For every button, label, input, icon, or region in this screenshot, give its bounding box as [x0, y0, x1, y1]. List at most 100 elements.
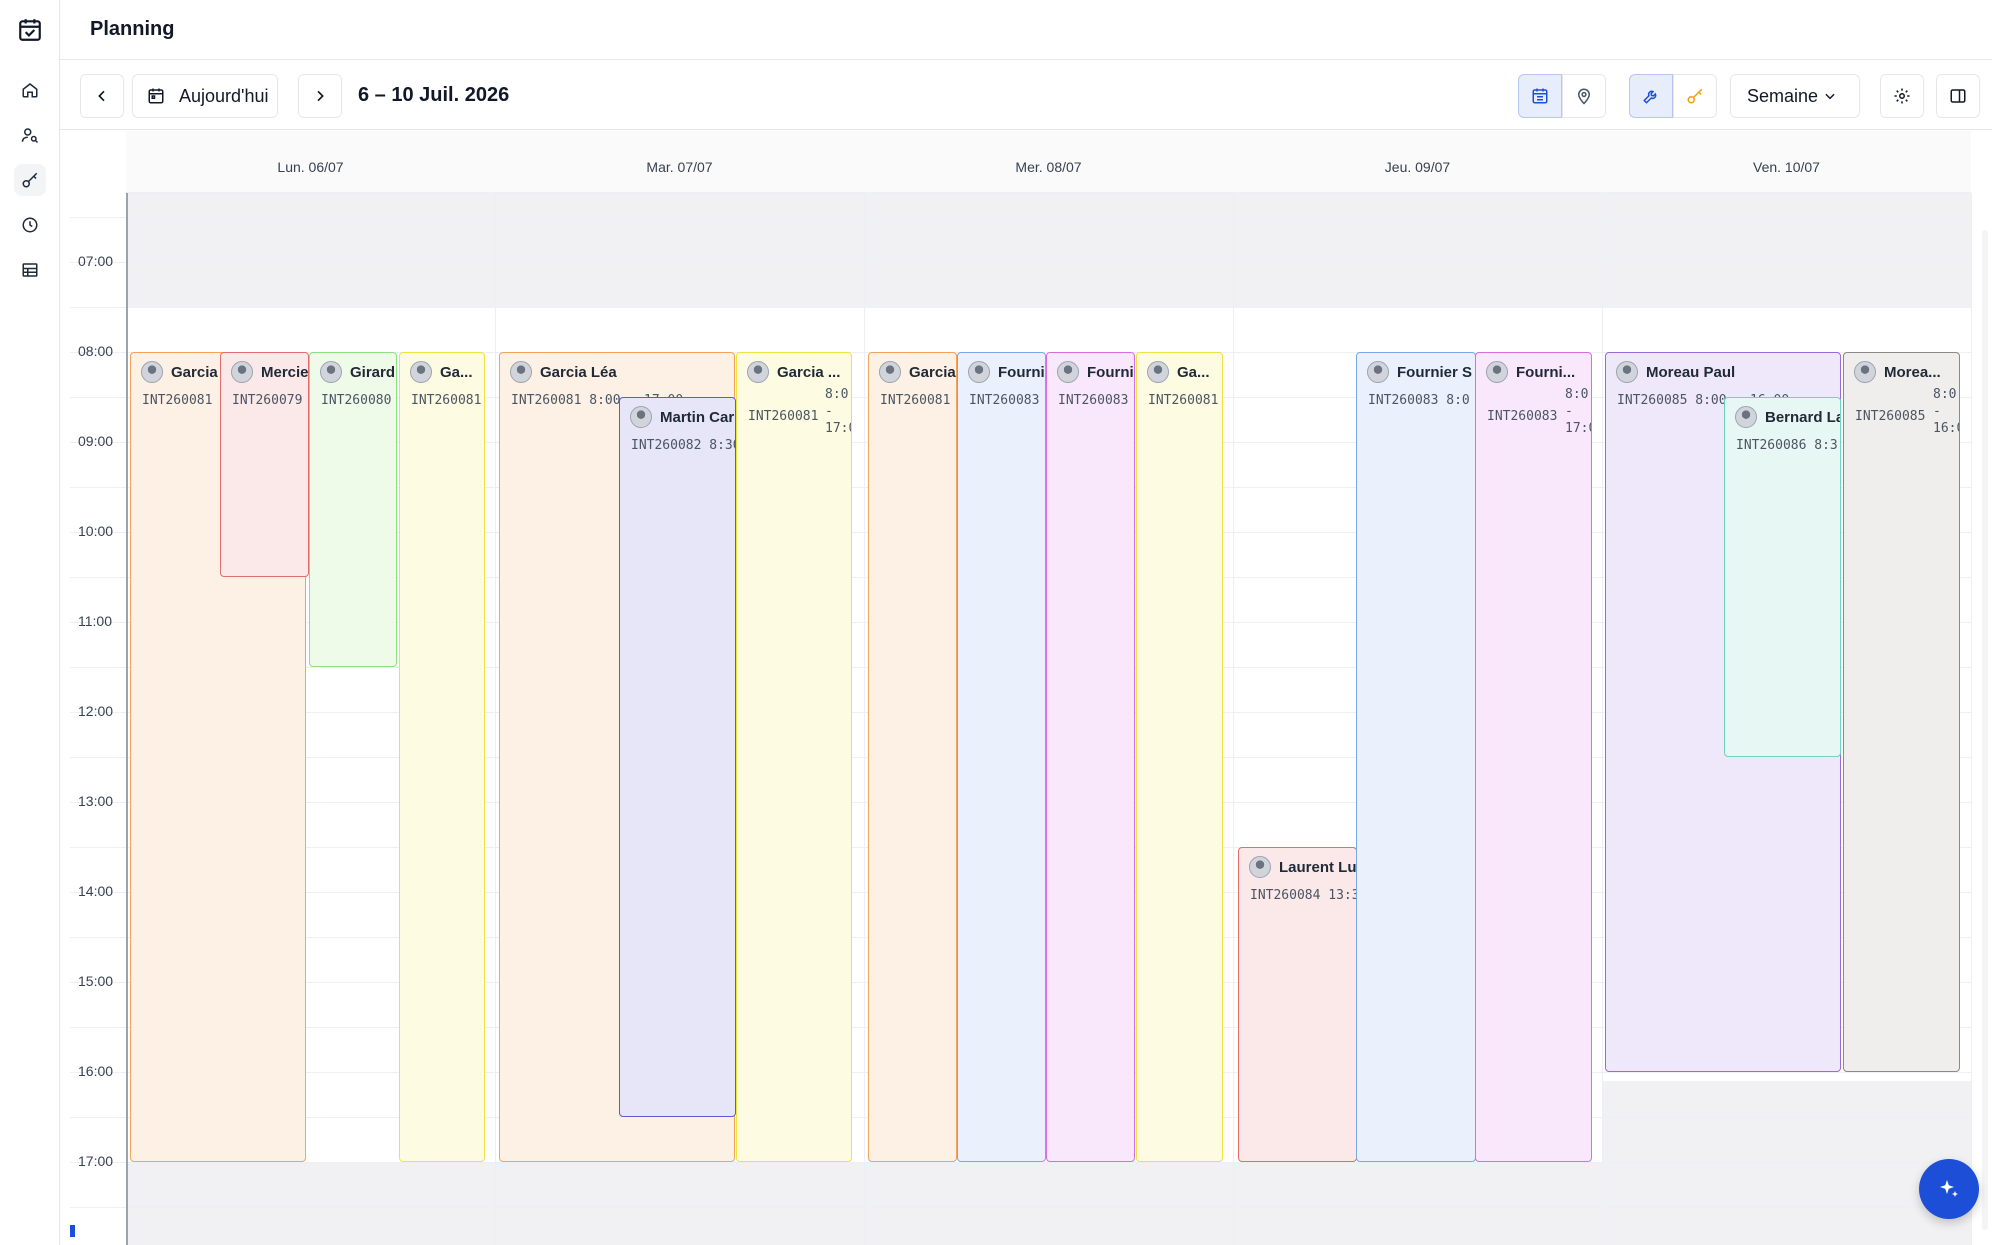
time-label: 10:00	[78, 523, 114, 539]
day-divider	[1971, 193, 1972, 1245]
event-technician-name: Garcia	[171, 363, 218, 381]
avatar	[1249, 856, 1271, 878]
time-label: 15:00	[78, 973, 114, 989]
event-technician: Garcia Léa	[510, 361, 617, 383]
event-technician: Fourni...	[1486, 361, 1575, 383]
event-technician: Fourni	[1057, 361, 1134, 383]
time-axis-border	[126, 193, 128, 1245]
today-button[interactable]: Aujourd'hui	[132, 74, 278, 118]
event-reference: INT260079	[232, 393, 303, 408]
page-title: Planning	[90, 18, 175, 40]
event-technician: Garcia	[141, 361, 218, 383]
time-label: 13:00	[78, 793, 114, 809]
event-card[interactable]: Girard INT260080	[309, 352, 397, 667]
event-reference: INT260083	[969, 393, 1040, 408]
event-card[interactable]: Fournier S INT260083 8:0	[1356, 352, 1476, 1162]
map-view-toggle[interactable]	[1562, 74, 1606, 118]
event-reference: INT260083	[1487, 409, 1558, 424]
event-card[interactable]: Ga... INT260081	[399, 352, 485, 1162]
avatar	[1854, 361, 1876, 383]
event-time-part: 8:0	[1565, 387, 1589, 402]
event-technician-name: Fourni...	[1516, 363, 1576, 381]
event-technician: Fourni	[968, 361, 1045, 383]
day-header-label[interactable]: Mer. 08/07	[864, 159, 1233, 175]
day-header-label[interactable]: Lun. 06/07	[126, 159, 495, 175]
toggle-panel-button[interactable]	[1936, 74, 1980, 118]
settings-button[interactable]	[1880, 74, 1924, 118]
day-header-label[interactable]: Jeu. 09/07	[1233, 159, 1602, 175]
day-header-label[interactable]: Mar. 07/07	[495, 159, 864, 175]
scroll-indicator	[70, 1225, 75, 1237]
event-card[interactable]: Garcia ... INT260081 8:0 - 17:0	[736, 352, 852, 1162]
event-technician-name: Garcia ...	[777, 363, 841, 381]
avatar	[1057, 361, 1079, 383]
event-technician-name: Fourni	[998, 363, 1045, 381]
calendar-grid-icon	[1532, 88, 1548, 104]
interventions-filter-toggle[interactable]	[1629, 74, 1673, 118]
event-reference: INT260081	[411, 393, 482, 408]
event-technician-name: Garcia Léa	[540, 363, 617, 381]
day-header-label[interactable]: Ven. 10/07	[1602, 159, 1971, 175]
event-time: 8:0 - 16:0	[1933, 386, 1959, 437]
event-reference: INT260084 13:3	[1250, 888, 1357, 903]
avatar	[410, 361, 432, 383]
event-technician-name: Girard	[350, 363, 396, 381]
time-label: 17:00	[78, 1153, 114, 1169]
event-card[interactable]: Fourni... INT260083 8:0 - 17:0	[1475, 352, 1592, 1162]
key-icon	[22, 172, 38, 188]
event-time: 8:0 - 17:0	[825, 386, 851, 437]
event-time: 8:0 - 17:0	[1565, 386, 1591, 437]
view-mode-select[interactable]: Semaine	[1730, 74, 1860, 118]
keys-filter-toggle[interactable]	[1673, 74, 1717, 118]
avatar	[141, 361, 163, 383]
event-time-part: 17:0	[1565, 421, 1591, 436]
event-time-part: 8:0	[825, 387, 849, 402]
time-gridline	[70, 217, 1971, 218]
event-card[interactable]: Bernard La INT260086 8:3	[1724, 397, 1841, 757]
previous-week-button[interactable]	[80, 74, 124, 118]
calendar-view-toggle[interactable]	[1518, 74, 1562, 118]
time-gridline	[70, 1207, 1971, 1208]
event-technician-name: Fournier S	[1397, 363, 1473, 381]
sidebar-item-clients[interactable]	[14, 119, 46, 151]
event-technician: Garcia ...	[747, 361, 840, 383]
chevron-right-icon	[317, 90, 324, 102]
avatar	[630, 406, 652, 428]
week-calendar-grid: Lun. 06/07 Mar. 07/07 Mer. 08/07 Jeu. 09/07…	[60, 131, 1992, 1245]
event-card[interactable]: Laurent Lu INT260084 13:3	[1238, 847, 1357, 1162]
event-card[interactable]: Fourni INT260083	[1046, 352, 1135, 1162]
time-label: 07:00	[78, 253, 114, 269]
event-technician-name: Ga...	[440, 363, 473, 381]
sidebar-item-reports[interactable]	[14, 254, 46, 286]
off-hours-shade	[1602, 1081, 1971, 1162]
event-time-part: 8:0	[1933, 387, 1957, 402]
event-technician-name: Ga...	[1177, 363, 1210, 381]
table-icon	[22, 263, 38, 277]
page-header: Planning	[60, 0, 1992, 60]
user-search-icon	[21, 128, 39, 144]
sidebar-item-interventions[interactable]	[14, 164, 46, 196]
next-week-button[interactable]	[298, 74, 342, 118]
event-card[interactable]: Ga... INT260081	[1136, 352, 1223, 1162]
event-time-part: -	[1933, 404, 1941, 419]
event-card[interactable]: Fourni INT260083	[957, 352, 1046, 1162]
ai-assistant-button[interactable]	[1919, 1159, 1979, 1219]
event-card[interactable]: Martin Car INT260082 8:30	[619, 397, 736, 1117]
sidebar-item-history[interactable]	[14, 209, 46, 241]
time-gridline	[70, 262, 1971, 263]
event-technician: Fournier S	[1367, 361, 1472, 383]
time-label: 09:00	[78, 433, 114, 449]
avatar	[1367, 361, 1389, 383]
day-divider	[495, 193, 496, 1245]
event-reference: INT260081	[748, 409, 819, 424]
event-card[interactable]: Mercie INT260079	[220, 352, 309, 577]
calendar-check-icon[interactable]	[17, 17, 43, 43]
calendar-scrollbar[interactable]	[1982, 230, 1988, 1230]
event-card[interactable]: Morea... INT260085 8:0 - 16:0	[1843, 352, 1960, 1072]
sidebar-item-home[interactable]	[14, 74, 46, 106]
event-card[interactable]: Garcia INT260081	[868, 352, 957, 1162]
avatar	[747, 361, 769, 383]
event-reference: INT260082 8:30	[631, 438, 736, 453]
time-label: 16:00	[78, 1063, 114, 1079]
event-technician-name: Fourni	[1087, 363, 1134, 381]
